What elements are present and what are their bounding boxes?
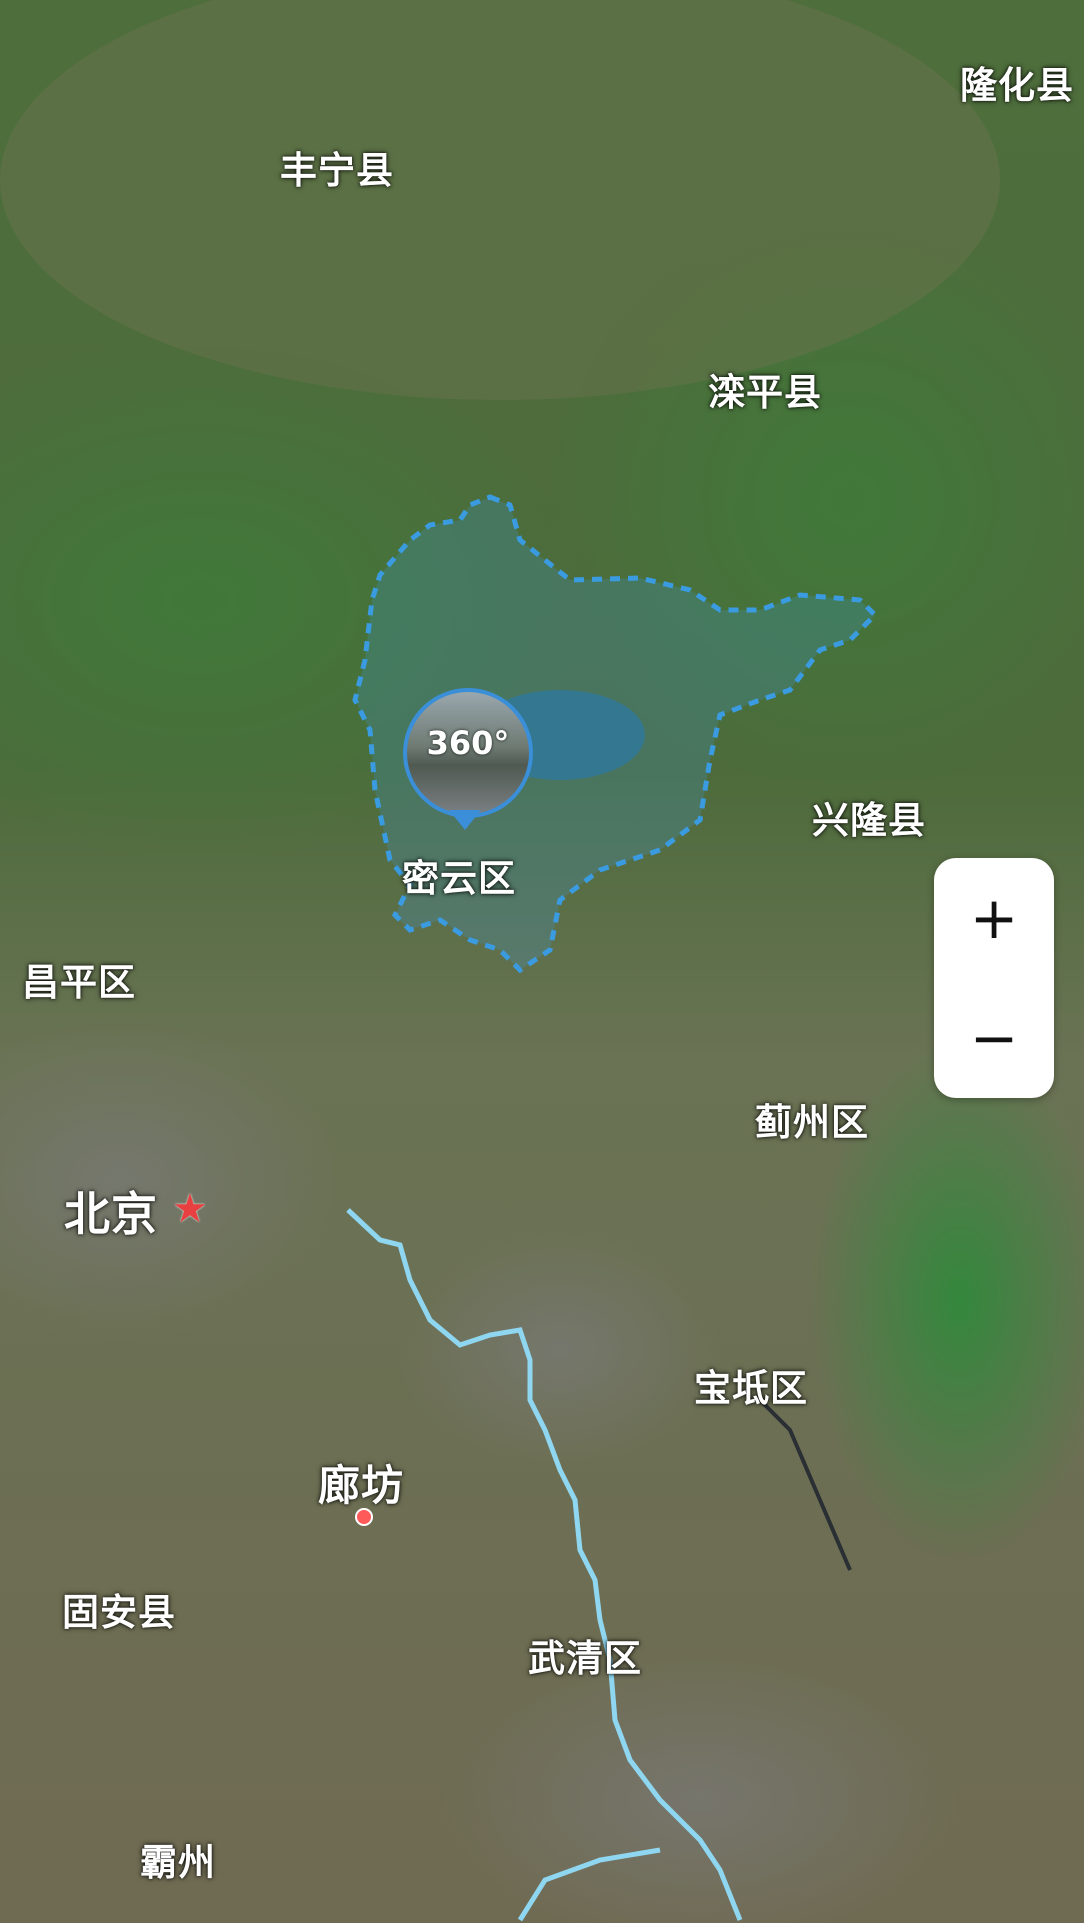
zoom-out-button[interactable]: −	[934, 978, 1054, 1098]
label-wuqing: 武清区	[528, 1637, 642, 1680]
label-bazhou: 霸州	[140, 1841, 216, 1884]
label-xinglong: 兴隆县	[812, 799, 926, 842]
label-longhua: 隆化县	[960, 64, 1074, 107]
panorama-360-label: 360°	[426, 724, 510, 762]
zoom-control: + −	[934, 858, 1054, 1098]
label-baodi: 宝坻区	[694, 1367, 808, 1410]
label-changping: 昌平区	[22, 961, 136, 1004]
label-luanping: 滦平县	[708, 371, 822, 414]
panorama-360-icon[interactable]: 360°	[403, 688, 533, 818]
dot-icon	[355, 1508, 373, 1526]
label-miyun: 密云区	[402, 857, 516, 900]
label-beijing: 北京	[64, 1187, 158, 1241]
label-langfang: 廊坊	[318, 1461, 405, 1510]
terrain-urban	[400, 1230, 720, 1470]
pin-pointer	[449, 810, 481, 830]
label-jizhou: 蓟州区	[755, 1101, 869, 1144]
zoom-in-button[interactable]: +	[934, 858, 1054, 978]
star-icon: ★	[172, 1186, 208, 1232]
label-guan: 固安县	[62, 1591, 176, 1634]
label-fengning: 丰宁县	[280, 149, 394, 192]
